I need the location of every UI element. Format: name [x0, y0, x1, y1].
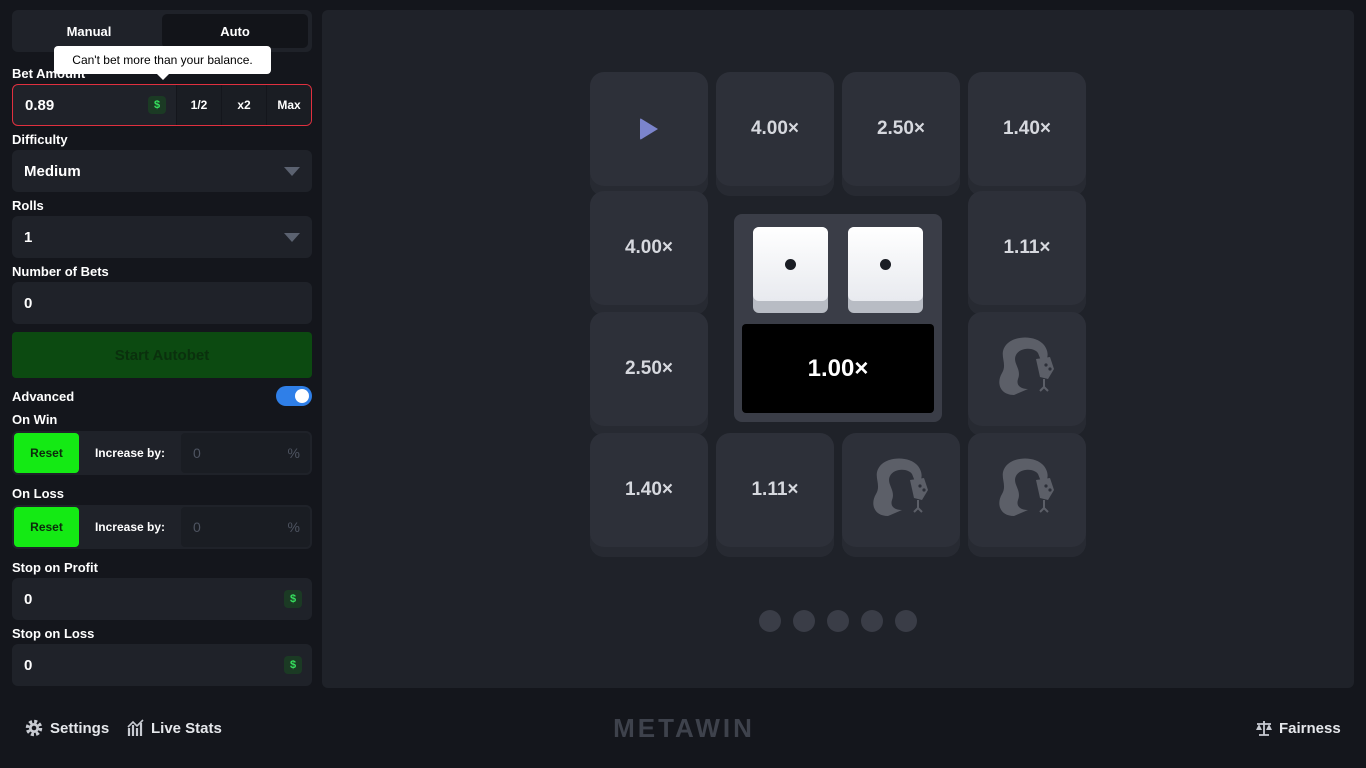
- on-win-increase-button[interactable]: Increase by:: [79, 446, 181, 460]
- dice-panel: 1.00×: [734, 214, 942, 422]
- stop-on-loss-field: 0 $: [12, 644, 312, 686]
- difficulty-label: Difficulty: [12, 132, 68, 147]
- live-stats-button[interactable]: Live Stats: [127, 716, 222, 740]
- multiplier-tile: 4.00×: [590, 191, 708, 315]
- bet-amount-field: 0.89 $ 1/2 x2 Max: [12, 84, 312, 126]
- stop-on-loss-label: Stop on Loss: [12, 626, 95, 641]
- on-win-percent-input[interactable]: 0 %: [181, 433, 310, 473]
- on-loss-reset-button[interactable]: Reset: [14, 507, 79, 547]
- result-multiplier: 1.00×: [742, 324, 934, 413]
- metawin-logo: METAWIN: [613, 712, 755, 743]
- snake-tile: [842, 433, 960, 557]
- gear-icon: [25, 719, 43, 737]
- die-2: [848, 227, 923, 313]
- balance-tooltip: Can't bet more than your balance.: [54, 46, 271, 80]
- number-of-bets-label: Number of Bets: [12, 264, 109, 279]
- multiplier-tile: 1.40×: [968, 72, 1086, 196]
- double-bet-button[interactable]: x2: [221, 85, 266, 125]
- roll-history-dot: [793, 610, 815, 632]
- multiplier-text: 2.50×: [624, 358, 674, 379]
- percent-icon: %: [287, 445, 300, 461]
- dollar-icon: $: [284, 656, 302, 674]
- multiplier-tile: 2.50×: [842, 72, 960, 196]
- roll-history-dot: [895, 610, 917, 632]
- on-win-label: On Win: [12, 412, 58, 427]
- multiplier-text: 1.40×: [624, 479, 674, 500]
- snake-icon: [999, 337, 1054, 395]
- live-stats-label: Live Stats: [151, 719, 222, 737]
- stop-on-profit-field: 0 $: [12, 578, 312, 620]
- percent-icon: %: [287, 519, 300, 535]
- roll-history-dot: [759, 610, 781, 632]
- chevron-down-icon: [284, 166, 300, 176]
- chevron-down-icon: [284, 232, 300, 242]
- multiplier-text: 2.50×: [876, 118, 926, 139]
- die-face: [753, 227, 828, 301]
- multiplier-tile: 1.11×: [716, 433, 834, 557]
- on-loss-increase-button[interactable]: Increase by:: [79, 520, 181, 534]
- number-of-bets-field: 0: [12, 282, 312, 324]
- start-autobet-button[interactable]: Start Autobet: [12, 332, 312, 378]
- on-win-row: Reset Increase by: 0 %: [12, 431, 312, 475]
- tab-manual[interactable]: Manual: [16, 14, 162, 48]
- stop-on-loss-input[interactable]: 0: [12, 657, 284, 674]
- toggle-knob: [295, 389, 309, 403]
- multiplier-text: 1.40×: [1002, 118, 1052, 139]
- multiplier-text: 4.00×: [750, 118, 800, 139]
- advanced-toggle[interactable]: [276, 386, 312, 406]
- fairness-button[interactable]: Fairness: [1255, 716, 1341, 740]
- chart-icon: [127, 719, 144, 736]
- die-1: [753, 227, 828, 313]
- max-bet-button[interactable]: Max: [266, 85, 311, 125]
- multiplier-text: 1.11×: [751, 479, 799, 500]
- snake-icon: [999, 458, 1054, 516]
- snake-tile: [968, 433, 1086, 557]
- number-of-bets-input[interactable]: 0: [12, 295, 312, 312]
- die-pip: [880, 259, 891, 270]
- multiplier-text: 1.11×: [1003, 237, 1051, 258]
- snake-icon: [873, 458, 928, 516]
- on-loss-percent-value: 0: [193, 519, 201, 535]
- on-loss-row: Reset Increase by: 0 %: [12, 505, 312, 549]
- difficulty-value: Medium: [24, 162, 81, 180]
- tab-auto[interactable]: Auto: [162, 14, 308, 48]
- on-win-reset-button[interactable]: Reset: [14, 433, 79, 473]
- dollar-icon: $: [284, 590, 302, 608]
- start-tile: [590, 72, 708, 196]
- fairness-label: Fairness: [1279, 719, 1341, 737]
- difficulty-select[interactable]: Medium: [12, 150, 312, 192]
- settings-label: Settings: [50, 719, 110, 737]
- bet-amount-input[interactable]: 0.89: [13, 97, 148, 114]
- multiplier-tile: 1.40×: [590, 433, 708, 557]
- half-bet-button[interactable]: 1/2: [176, 85, 221, 125]
- roll-history-dot: [861, 610, 883, 632]
- die-face: [848, 227, 923, 301]
- on-loss-percent-input[interactable]: 0 %: [181, 507, 310, 547]
- rolls-select[interactable]: 1: [12, 216, 312, 258]
- scale-icon: [1256, 721, 1272, 736]
- dollar-icon: $: [148, 96, 166, 114]
- multiplier-tile: 4.00×: [716, 72, 834, 196]
- advanced-label: Advanced: [12, 389, 75, 404]
- stop-on-profit-label: Stop on Profit: [12, 560, 98, 575]
- settings-button[interactable]: Settings: [24, 716, 109, 740]
- roll-history-dot: [827, 610, 849, 632]
- multiplier-tile: 2.50×: [590, 312, 708, 436]
- multiplier-tile: 1.11×: [968, 191, 1086, 315]
- play-icon: [640, 118, 658, 140]
- rolls-label: Rolls: [12, 198, 44, 213]
- rolls-value: 1: [24, 228, 33, 246]
- on-win-percent-value: 0: [193, 445, 201, 461]
- on-loss-label: On Loss: [12, 486, 65, 501]
- stop-on-profit-input[interactable]: 0: [12, 591, 284, 608]
- multiplier-text: 4.00×: [624, 237, 674, 258]
- snake-tile: [968, 312, 1086, 436]
- die-pip: [785, 259, 796, 270]
